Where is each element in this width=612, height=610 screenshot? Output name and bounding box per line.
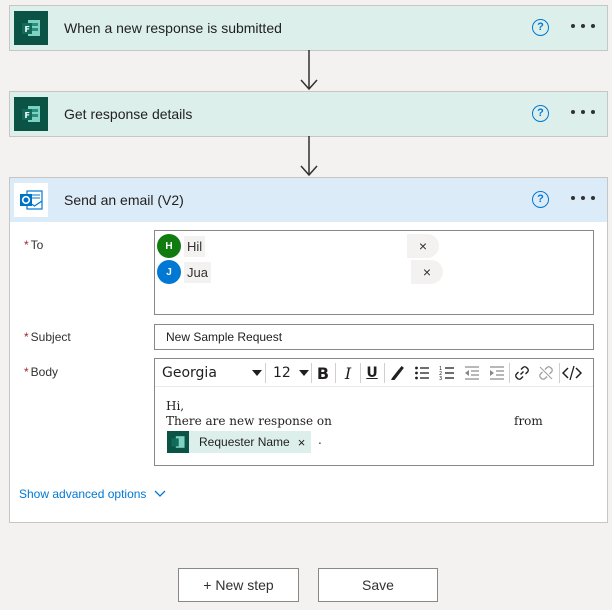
body-label: * Body: [24, 365, 59, 379]
italic-button[interactable]: I: [337, 362, 359, 384]
outlook-icon: [14, 183, 48, 217]
step-title: Get response details: [64, 106, 193, 122]
svg-text:3: 3: [439, 376, 442, 381]
body-editor[interactable]: Georgia 12 B I U 123 Hi, There are new r…: [154, 358, 594, 466]
send-email-step-header[interactable]: Send an email (V2) ?: [10, 178, 607, 222]
rich-text-toolbar: Georgia 12 B I U 123: [155, 359, 593, 387]
avatar: J: [157, 260, 181, 284]
code-view-icon[interactable]: [561, 362, 583, 384]
token-label: Requester Name: [199, 435, 290, 449]
toolbar-divider: [509, 363, 510, 383]
microsoft-forms-icon: F: [14, 11, 48, 45]
arrow-down-icon: [300, 50, 318, 91]
link-icon[interactable]: [511, 362, 533, 384]
trigger-step-header[interactable]: F When a new response is submitted ?: [10, 6, 607, 50]
body-trailing-text: .: [318, 433, 322, 447]
recipient-token[interactable]: H Hil: [157, 233, 206, 259]
svg-text:F: F: [25, 111, 30, 120]
numbered-list-icon[interactable]: 123: [436, 362, 458, 384]
step-title: Send an email (V2): [64, 192, 184, 208]
toolbar-divider: [384, 363, 385, 383]
recipient-name: Jua: [184, 261, 211, 283]
toolbar-divider: [265, 363, 266, 383]
remove-recipient-button[interactable]: ×: [407, 234, 439, 258]
subject-input[interactable]: New Sample Request: [154, 324, 594, 350]
new-step-button[interactable]: + New step: [178, 568, 299, 602]
arrow-down-icon: [300, 136, 318, 177]
unlink-icon[interactable]: [535, 362, 557, 384]
bulleted-list-icon[interactable]: [411, 362, 433, 384]
more-options-icon[interactable]: [571, 102, 595, 122]
send-email-step-card[interactable]: Send an email (V2) ? * To H Hil × J Jua ×…: [9, 177, 608, 523]
body-text[interactable]: Hi, There are new response on: [166, 399, 332, 429]
font-family-select[interactable]: Georgia: [162, 362, 262, 384]
help-icon[interactable]: ?: [532, 191, 549, 208]
avatar: H: [157, 234, 181, 258]
more-options-icon[interactable]: [571, 188, 595, 208]
chevron-down-icon: [252, 370, 262, 376]
body-text-from: from: [514, 414, 543, 428]
get-response-step-card[interactable]: F Get response details ?: [9, 91, 608, 137]
svg-text:F: F: [25, 25, 30, 34]
remove-recipient-button[interactable]: ×: [411, 260, 443, 284]
step-title: When a new response is submitted: [64, 20, 282, 36]
toolbar-divider: [335, 363, 336, 383]
subject-label: * Subject: [24, 330, 71, 344]
dynamic-content-token[interactable]: Requester Name ×: [167, 431, 312, 453]
chevron-down-icon: [154, 490, 166, 497]
bold-button[interactable]: B: [312, 362, 334, 384]
show-advanced-options-link[interactable]: Show advanced options: [19, 487, 166, 501]
to-field[interactable]: H Hil × J Jua ×: [154, 230, 594, 315]
microsoft-forms-icon: F: [14, 97, 48, 131]
font-size-select[interactable]: 12: [273, 362, 309, 384]
remove-token-button[interactable]: ×: [298, 435, 306, 450]
help-icon[interactable]: ?: [532, 19, 549, 36]
recipient-token[interactable]: J Jua: [157, 259, 211, 285]
trigger-step-card[interactable]: F When a new response is submitted ?: [9, 5, 608, 51]
body-line: Hi,: [166, 399, 185, 413]
microsoft-forms-icon: [167, 431, 189, 453]
get-response-step-header[interactable]: F Get response details ?: [10, 92, 607, 136]
chevron-down-icon: [299, 370, 309, 376]
highlight-color-icon[interactable]: [386, 362, 408, 384]
recipient-name: Hil: [184, 235, 206, 257]
to-label: * To: [24, 238, 44, 252]
save-button[interactable]: Save: [318, 568, 438, 602]
decrease-indent-icon[interactable]: [461, 362, 483, 384]
more-options-icon[interactable]: [571, 16, 595, 36]
underline-button[interactable]: U: [361, 362, 383, 384]
body-line: There are new response on: [166, 414, 332, 428]
toolbar-divider: [559, 363, 560, 383]
help-icon[interactable]: ?: [532, 105, 549, 122]
increase-indent-icon[interactable]: [486, 362, 508, 384]
